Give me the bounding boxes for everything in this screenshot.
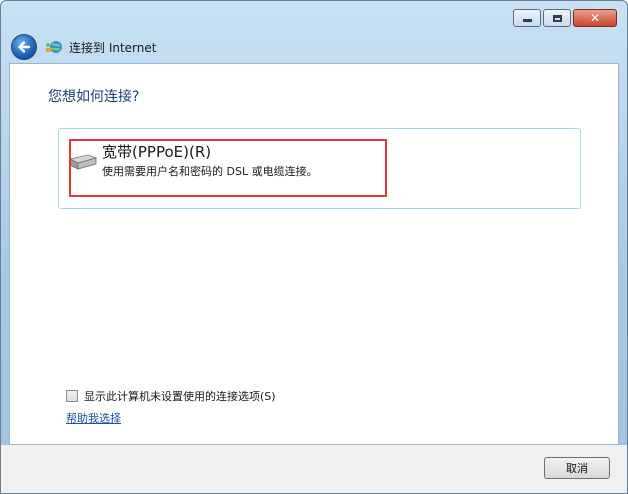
nav-bar: 连接到 Internet [1, 31, 627, 61]
highlight-annotation [69, 139, 387, 197]
maximize-button[interactable] [543, 9, 571, 27]
question-heading: 您想如何连接? [48, 89, 140, 105]
help-me-choose-link[interactable]: 帮助我选择 [66, 410, 121, 426]
back-arrow-icon [18, 41, 31, 53]
minimize-button[interactable] [513, 9, 541, 27]
network-icon [46, 41, 62, 53]
cancel-button[interactable]: 取消 [544, 457, 610, 479]
content-panel: 您想如何连接? 宽带(PPPoE)(R) 使用需要用户名和密码的 DSL 或电缆… [9, 63, 619, 445]
show-options-checkbox[interactable] [66, 390, 78, 402]
footer-bar [1, 445, 627, 493]
caption-buttons: ✕ [513, 9, 617, 27]
dialog-window: ✕ 连接到 Internet 您想如何连接? 宽带(PPPoE)(R) 使用需要… [0, 0, 628, 494]
page-title: 连接到 Internet [69, 41, 157, 55]
minimize-icon [522, 19, 532, 22]
close-button[interactable]: ✕ [573, 9, 617, 27]
close-icon: ✕ [589, 11, 601, 25]
checkbox-label: 显示此计算机未设置使用的连接选项(S) [84, 390, 276, 403]
show-options-checkbox-row[interactable]: 显示此计算机未设置使用的连接选项(S) [66, 388, 276, 404]
maximize-icon [552, 14, 562, 22]
back-button[interactable] [11, 34, 37, 60]
